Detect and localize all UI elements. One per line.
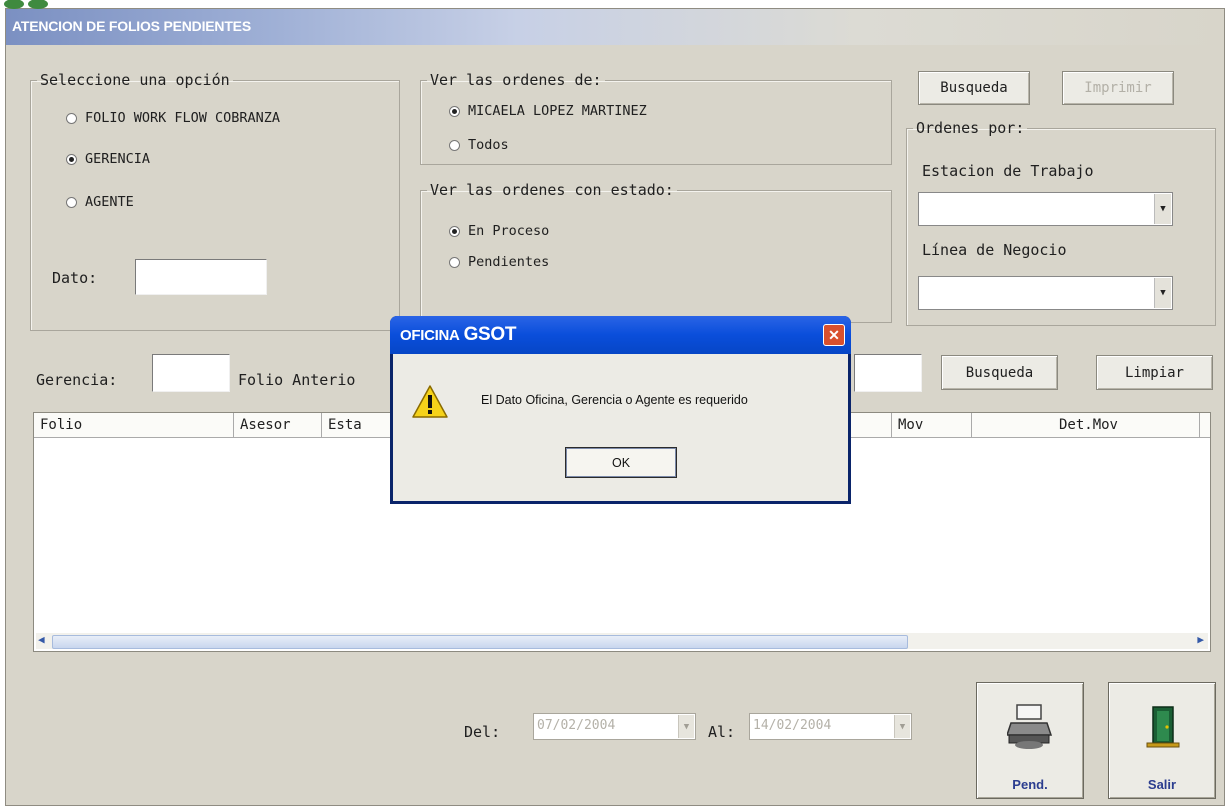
chevron-down-icon[interactable]: ▼	[678, 715, 694, 738]
dialog-body: El Dato Oficina, Gerencia o Agente es re…	[393, 354, 848, 501]
linea-select[interactable]: ▼	[918, 276, 1173, 310]
del-date-picker[interactable]: 07/02/2004 ▼	[533, 713, 696, 740]
radio-icon	[66, 196, 77, 208]
dialog-title-main: GSOT	[463, 324, 517, 345]
limpiar-button[interactable]: Limpiar	[1096, 355, 1213, 390]
chevron-down-icon[interactable]: ▼	[894, 715, 910, 738]
gerencia-label: Gerencia:	[36, 371, 118, 389]
error-dialog: OFICINA GSOT ✕ El Dato Oficina, Gerencia …	[390, 316, 851, 504]
radio-label: GERENCIA	[85, 151, 151, 167]
salir-label: Salir	[1147, 777, 1177, 792]
estacion-select[interactable]: ▼	[918, 192, 1173, 226]
gerencia-input[interactable]	[152, 354, 230, 392]
linea-label: Línea de Negocio	[922, 241, 1067, 259]
radio-folio-work-flow[interactable]: FOLIO WORK FLOW COBRANZA	[66, 110, 280, 126]
folio-anterior-input[interactable]	[854, 354, 922, 392]
radio-agente[interactable]: AGENTE	[66, 194, 134, 210]
ver-ordenes-legend: Ver las ordenes de:	[430, 71, 602, 89]
imprimir-button[interactable]: Imprimir	[1062, 71, 1174, 105]
dialog-title-bar: OFICINA GSOT ✕	[390, 316, 851, 354]
column-header-folio[interactable]: Folio	[34, 413, 234, 437]
title-bar: ATENCION DE FOLIOS PENDIENTES	[6, 9, 1224, 45]
salir-button[interactable]: Salir	[1108, 682, 1216, 799]
folio-anterior-label: Folio Anterio	[238, 371, 356, 389]
scroll-right-icon[interactable]: ▶	[1197, 633, 1204, 646]
column-header-asesor[interactable]: Asesor	[234, 413, 322, 437]
estacion-label: Estacion de Trabajo	[922, 162, 1094, 180]
option-group-legend: Seleccione una opción	[40, 71, 230, 89]
radio-selected-icon	[449, 225, 460, 237]
scroll-left-icon[interactable]: ◀	[38, 633, 45, 646]
estado-legend: Ver las ordenes con estado:	[430, 181, 674, 199]
radio-en-proceso[interactable]: En Proceso	[449, 223, 549, 239]
chevron-down-icon[interactable]: ▼	[1154, 194, 1171, 224]
radio-selected-icon	[449, 105, 460, 117]
radio-label: AGENTE	[85, 194, 134, 210]
warning-icon	[412, 385, 448, 418]
radio-todos[interactable]: Todos	[449, 137, 509, 153]
radio-label: FOLIO WORK FLOW COBRANZA	[85, 110, 281, 126]
radio-gerencia[interactable]: GERENCIA	[66, 151, 150, 167]
chevron-down-icon[interactable]: ▼	[1154, 278, 1171, 308]
radio-pendientes[interactable]: Pendientes	[449, 254, 549, 270]
del-label: Del:	[464, 723, 501, 741]
al-date-value: 14/02/2004	[753, 718, 832, 733]
radio-icon	[66, 112, 77, 124]
radio-label: Pendientes	[468, 254, 550, 270]
dato-input[interactable]	[135, 259, 267, 295]
radio-icon	[449, 139, 460, 151]
del-date-value: 07/02/2004	[537, 718, 616, 733]
radio-label: En Proceso	[468, 223, 550, 239]
door-exit-icon	[1146, 706, 1180, 748]
radio-icon	[449, 256, 460, 268]
dato-label: Dato:	[52, 269, 98, 287]
busqueda-filter-button[interactable]: Busqueda	[941, 355, 1058, 390]
app-logo	[4, 0, 48, 9]
pend-label: Pend.	[1012, 777, 1048, 792]
ok-button[interactable]: OK	[565, 447, 677, 478]
dialog-title: OFICINA GSOT	[400, 324, 517, 346]
radio-label: MICAELA LOPEZ MARTINEZ	[468, 103, 647, 119]
al-label: Al:	[708, 723, 736, 741]
column-header-mov[interactable]: Mov	[892, 413, 972, 437]
radio-selected-icon	[66, 153, 77, 165]
busqueda-button[interactable]: Busqueda	[918, 71, 1030, 105]
al-date-picker[interactable]: 14/02/2004 ▼	[749, 713, 912, 740]
pend-button[interactable]: Pend.	[976, 682, 1084, 799]
printer-icon	[1007, 704, 1053, 749]
dialog-message: El Dato Oficina, Gerencia o Agente es re…	[481, 393, 748, 407]
window-title: ATENCION DE FOLIOS PENDIENTES	[12, 18, 251, 34]
close-icon[interactable]: ✕	[823, 324, 845, 346]
radio-micaela[interactable]: MICAELA LOPEZ MARTINEZ	[449, 103, 647, 119]
horizontal-scrollbar[interactable]: ◀ ▶	[36, 633, 1208, 649]
estado-group: Ver las ordenes con estado:	[420, 181, 892, 323]
dialog-title-prefix: OFICINA	[400, 327, 460, 344]
scrollbar-thumb[interactable]	[52, 635, 908, 649]
ordenes-por-legend: Ordenes por:	[916, 119, 1025, 137]
column-header-det-mov[interactable]: Det.Mov	[972, 413, 1200, 437]
radio-label: Todos	[468, 137, 509, 153]
